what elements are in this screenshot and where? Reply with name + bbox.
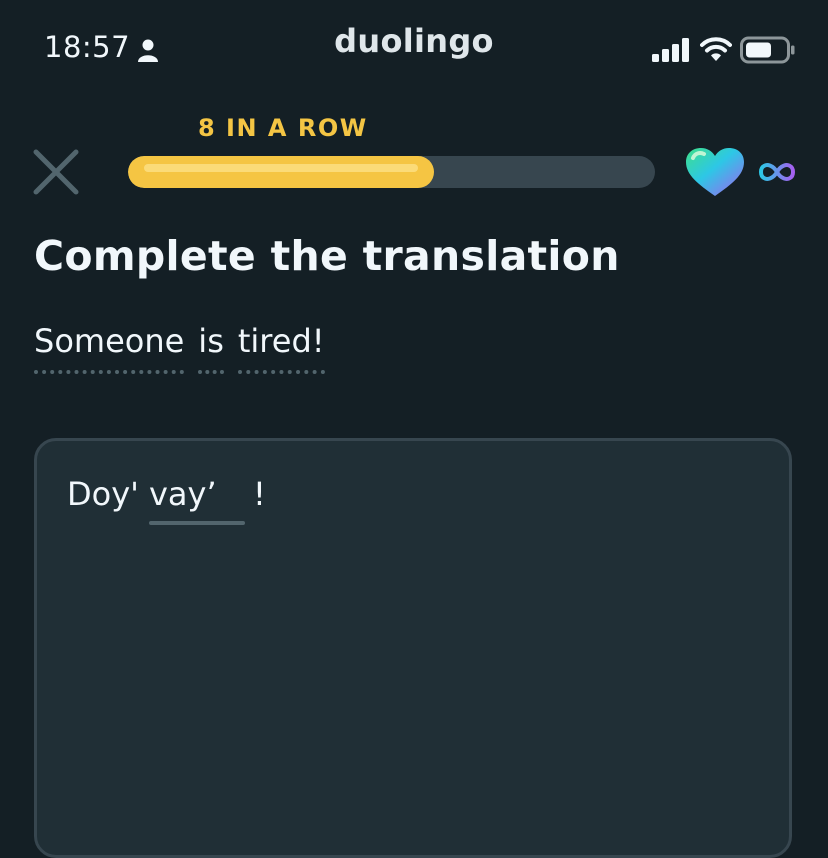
prompt-word[interactable]: is [198, 322, 224, 374]
answer-suffix: ! [252, 475, 266, 513]
answer-prefix: Doy' [67, 475, 139, 513]
cellular-signal-icon [652, 38, 689, 62]
streak-label: 8 IN A ROW [198, 114, 368, 142]
lesson-progress-bar [128, 156, 655, 188]
progress-highlight [144, 164, 418, 172]
prompt-word[interactable]: Someone [34, 322, 185, 374]
wifi-icon [700, 37, 732, 61]
answer-sentence: Doy' vay’ ! [67, 475, 266, 525]
progress-fill [128, 156, 434, 188]
answer-panel: Doy' vay’ ! [34, 438, 792, 858]
page-title: Complete the translation [34, 232, 620, 280]
infinity-icon [759, 163, 795, 181]
close-icon[interactable] [30, 146, 82, 198]
heart-icon [686, 148, 744, 196]
answer-blank-input[interactable]: vay’ [148, 475, 245, 525]
prompt-sentence: Someone is tired! [34, 322, 325, 374]
answer-input-value: vay’ [148, 475, 217, 513]
prompt-word[interactable]: tired! [237, 322, 325, 374]
status-bar: 18:57 duolingo [0, 0, 828, 100]
battery-icon [740, 36, 795, 64]
